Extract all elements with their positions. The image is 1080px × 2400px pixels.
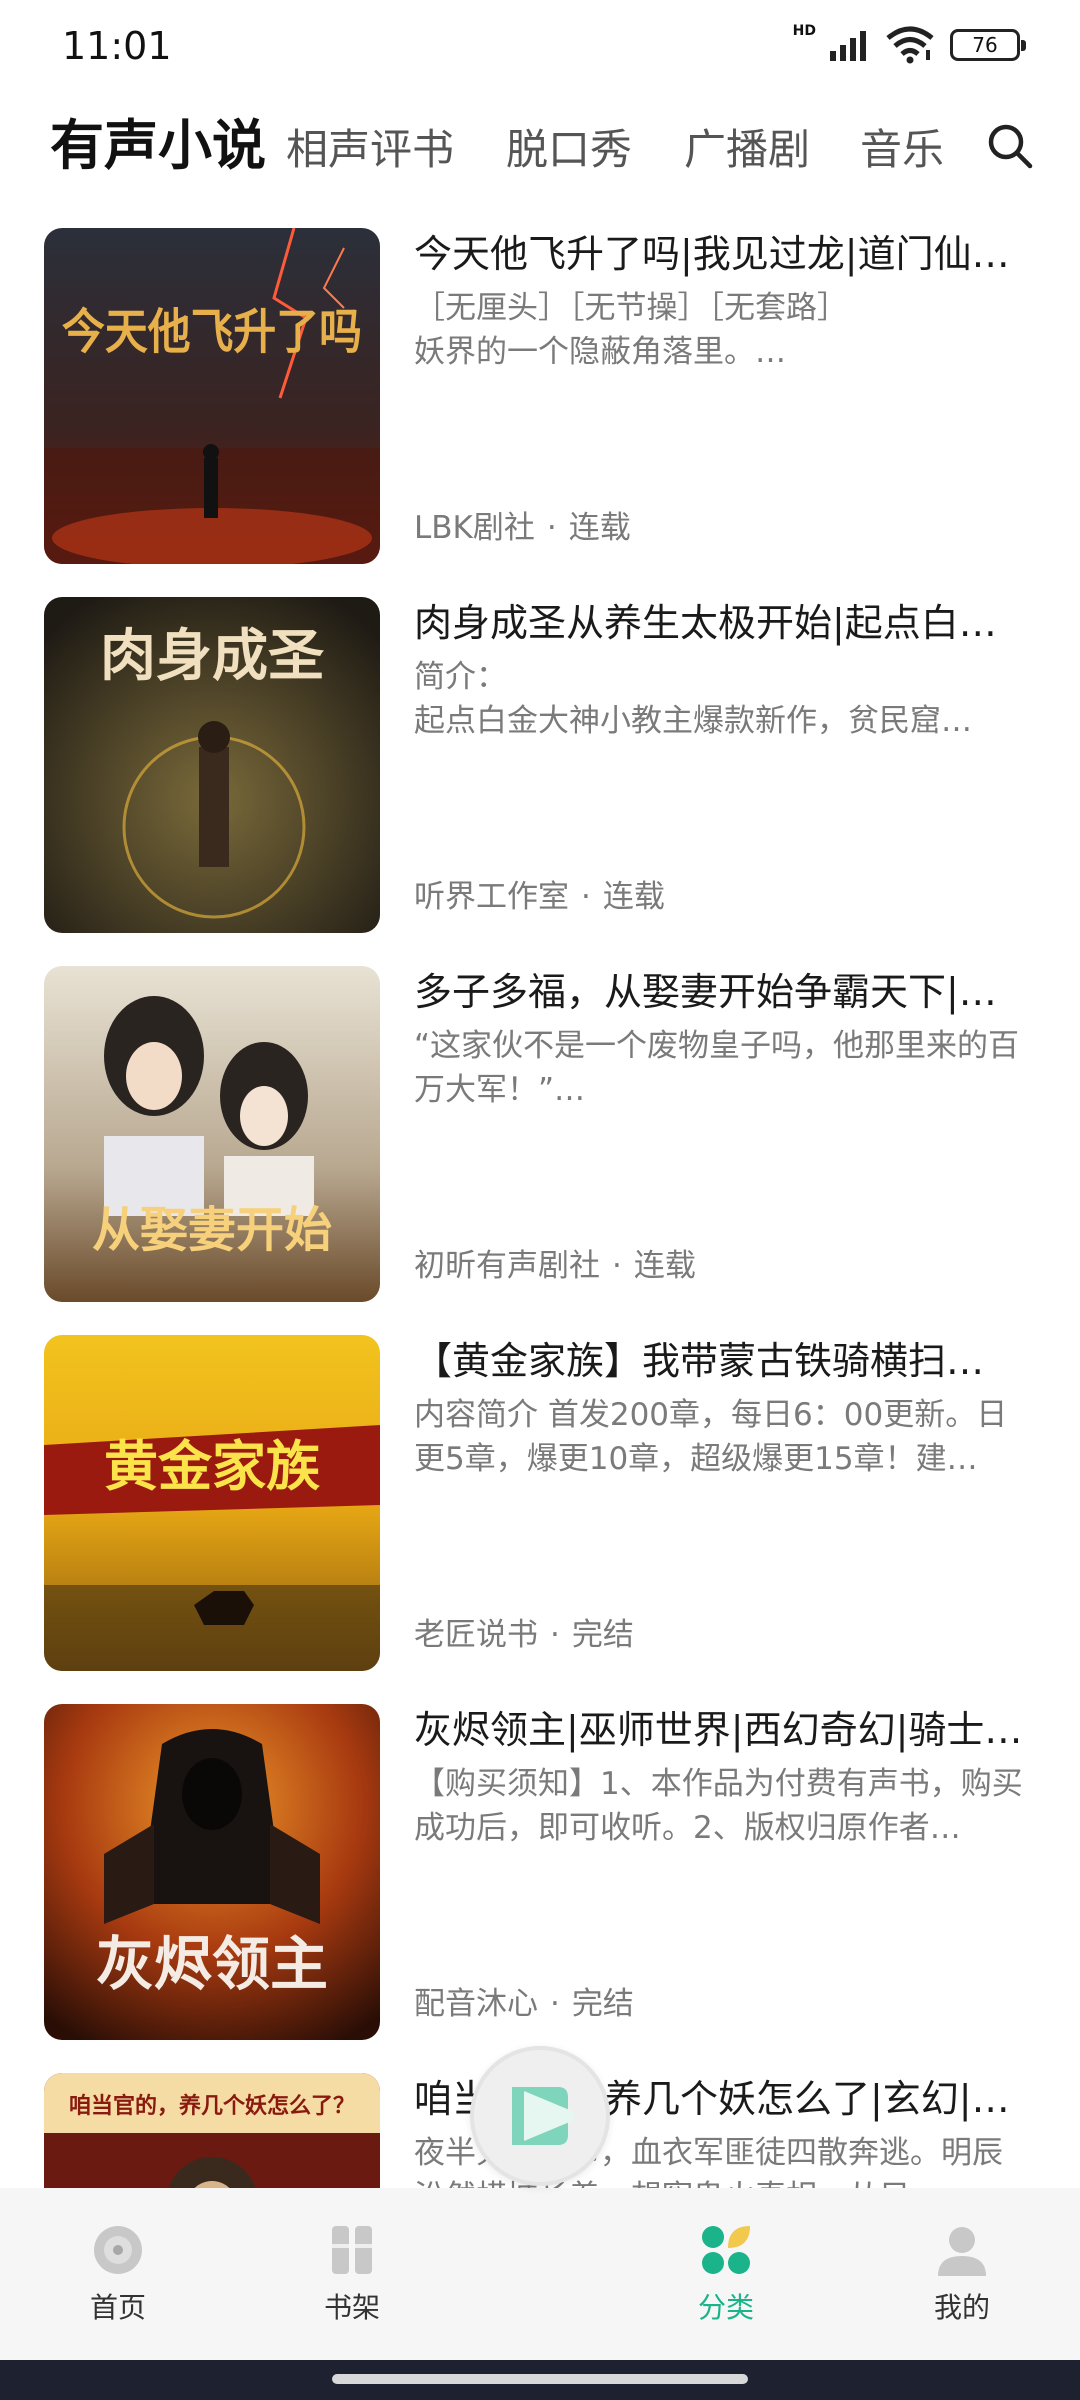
book-author: 听界工作室 xyxy=(414,879,569,915)
book-title[interactable]: 肉身成圣从养生太极开始|起点白… xyxy=(414,595,1030,651)
book-status: 连载 xyxy=(568,510,631,546)
status-time: 11:01 xyxy=(62,24,172,68)
book-list: 今天他飞升了吗 今天他飞升了吗|我见过龙|道门仙… ［无厘头］［无节操］［无套路… xyxy=(0,226,1080,2188)
category-icon xyxy=(702,2226,750,2274)
book-item[interactable]: 肉身成圣 肉身成圣从养生太极开始|起点白… 简介： 起点白金大神小教主爆款新作，… xyxy=(0,595,1080,935)
battery-level: 76 xyxy=(972,33,998,57)
book-description: “这家伙不是一个废物皇子吗，他那里来的百万大军！”… xyxy=(414,1028,1020,1108)
cover-title: 黄金家族 xyxy=(104,1434,320,1498)
status-icons: HD 76 xyxy=(792,23,1026,64)
book-description: 简介： 起点白金大神小教主爆款新作，贫民窟… xyxy=(414,659,972,739)
book-author: LBK剧社 xyxy=(414,510,535,546)
bottom-nav: 首页 书架 分类 我的 xyxy=(0,2188,1080,2360)
book-author: 老匠说书 xyxy=(414,1617,538,1653)
meta-separator: · xyxy=(550,1617,560,1653)
cover-title: 今天他飞升了吗 xyxy=(62,304,362,360)
book-meta: 老匠说书 · 完结 xyxy=(414,1613,634,1657)
book-description: 【购买须知】1、本作品为付费有声书，购买成功后，即可收听。2、版权归原作者… xyxy=(414,1766,1023,1846)
book-item[interactable]: 灰烬领主 灰烬领主|巫师世界|西幻奇幻|骑士… 【购买须知】1、本作品为付费有声… xyxy=(0,1702,1080,2042)
nav-bookshelf[interactable]: 书架 xyxy=(282,2222,422,2326)
book-cover[interactable]: 黄金家族 xyxy=(44,1335,380,1671)
cover-title: 咱当官的，养几个妖怎么了？ xyxy=(69,2093,355,2119)
signal-icon xyxy=(830,31,866,61)
book-item[interactable]: 从娶妻开始 多子多福，从娶妻开始争霸天下|… “这家伙不是一个废物皇子吗，他那里… xyxy=(0,964,1080,1304)
meta-separator: · xyxy=(612,1248,622,1284)
book-item[interactable]: 今天他飞升了吗 今天他飞升了吗|我见过龙|道门仙… ［无厘头］［无节操］［无套路… xyxy=(0,226,1080,566)
wifi-icon xyxy=(886,26,934,64)
tab-talk-show[interactable]: 脱口秀 xyxy=(506,108,632,192)
tab-audio-novel[interactable]: 有声小说 xyxy=(50,104,266,188)
book-meta: LBK剧社 · 连载 xyxy=(414,506,631,550)
play-icon xyxy=(512,2087,575,2145)
tab-music[interactable]: 音乐 xyxy=(860,108,944,192)
cover-title: 肉身成圣 xyxy=(100,623,324,689)
tab-radio-drama[interactable]: 广播剧 xyxy=(684,108,810,192)
bookshelf-icon xyxy=(332,2226,372,2274)
book-cover[interactable]: 肉身成圣 xyxy=(44,597,380,933)
category-tabs: 有声小说 相声评书 脱口秀 广播剧 音乐 xyxy=(0,104,1080,188)
book-meta: 听界工作室 · 连载 xyxy=(414,875,665,919)
search-icon[interactable] xyxy=(984,120,1036,172)
nav-home[interactable]: 首页 xyxy=(48,2222,188,2326)
meta-separator: · xyxy=(546,510,557,546)
book-item[interactable]: 黄金家族 【黄金家族】我带蒙古铁骑横扫… 内容简介 首发200章，每日6：00更… xyxy=(0,1333,1080,1673)
hd-label: HD xyxy=(792,23,816,39)
profile-icon xyxy=(938,2227,986,2276)
meta-separator: · xyxy=(550,1986,560,2022)
nav-label: 我的 xyxy=(933,2291,990,2324)
book-cover[interactable]: 咱当官的，养几个妖怎么了？ xyxy=(44,2073,380,2188)
book-description: 内容简介 首发200章，每日6：00更新。日更5章，爆更10章，超级爆更15章！… xyxy=(414,1397,1008,1477)
book-title[interactable]: 今天他飞升了吗|我见过龙|道门仙… xyxy=(414,226,1030,282)
nav-label: 分类 xyxy=(697,2291,754,2324)
nav-label: 首页 xyxy=(89,2291,146,2324)
book-status: 完结 xyxy=(571,1986,634,2022)
cover-title: 灰烬领主 xyxy=(96,1930,328,1998)
gesture-bar xyxy=(0,2360,1080,2400)
nav-label: 书架 xyxy=(323,2291,380,2324)
book-author: 初昕有声剧社 xyxy=(414,1248,600,1284)
player-button[interactable] xyxy=(470,2046,610,2186)
book-meta: 配音沐心 · 完结 xyxy=(414,1982,634,2026)
status-bar: 11:01 HD 76 xyxy=(0,0,1080,96)
book-title[interactable]: 多子多福，从娶妻开始争霸天下|… xyxy=(414,964,1030,1020)
disc-icon xyxy=(94,2226,142,2274)
book-cover[interactable]: 灰烬领主 xyxy=(44,1704,380,2040)
book-title[interactable]: 灰烬领主|巫师世界|西幻奇幻|骑士… xyxy=(414,1702,1030,1758)
book-author: 配音沐心 xyxy=(414,1986,538,2022)
book-cover[interactable]: 从娶妻开始 xyxy=(44,966,380,1302)
book-title[interactable]: 【黄金家族】我带蒙古铁骑横扫… xyxy=(414,1333,1030,1389)
nav-profile[interactable]: 我的 xyxy=(892,2222,1032,2326)
book-status: 连载 xyxy=(602,879,665,915)
book-cover[interactable]: 今天他飞升了吗 xyxy=(44,228,380,564)
nav-category[interactable]: 分类 xyxy=(656,2222,796,2326)
book-status: 连载 xyxy=(633,1248,696,1284)
cover-title: 从娶妻开始 xyxy=(92,1202,332,1258)
book-status: 完结 xyxy=(571,1617,634,1653)
tab-crosstalk[interactable]: 相声评书 xyxy=(286,108,454,192)
meta-separator: · xyxy=(581,879,591,915)
home-indicator[interactable] xyxy=(332,2374,748,2384)
battery-indicator: 76 xyxy=(950,29,1026,61)
book-description: ［无厘头］［无节操］［无套路］ 妖界的一个隐蔽角落里。… xyxy=(414,290,848,370)
book-meta: 初昕有声剧社 · 连载 xyxy=(414,1244,696,1288)
